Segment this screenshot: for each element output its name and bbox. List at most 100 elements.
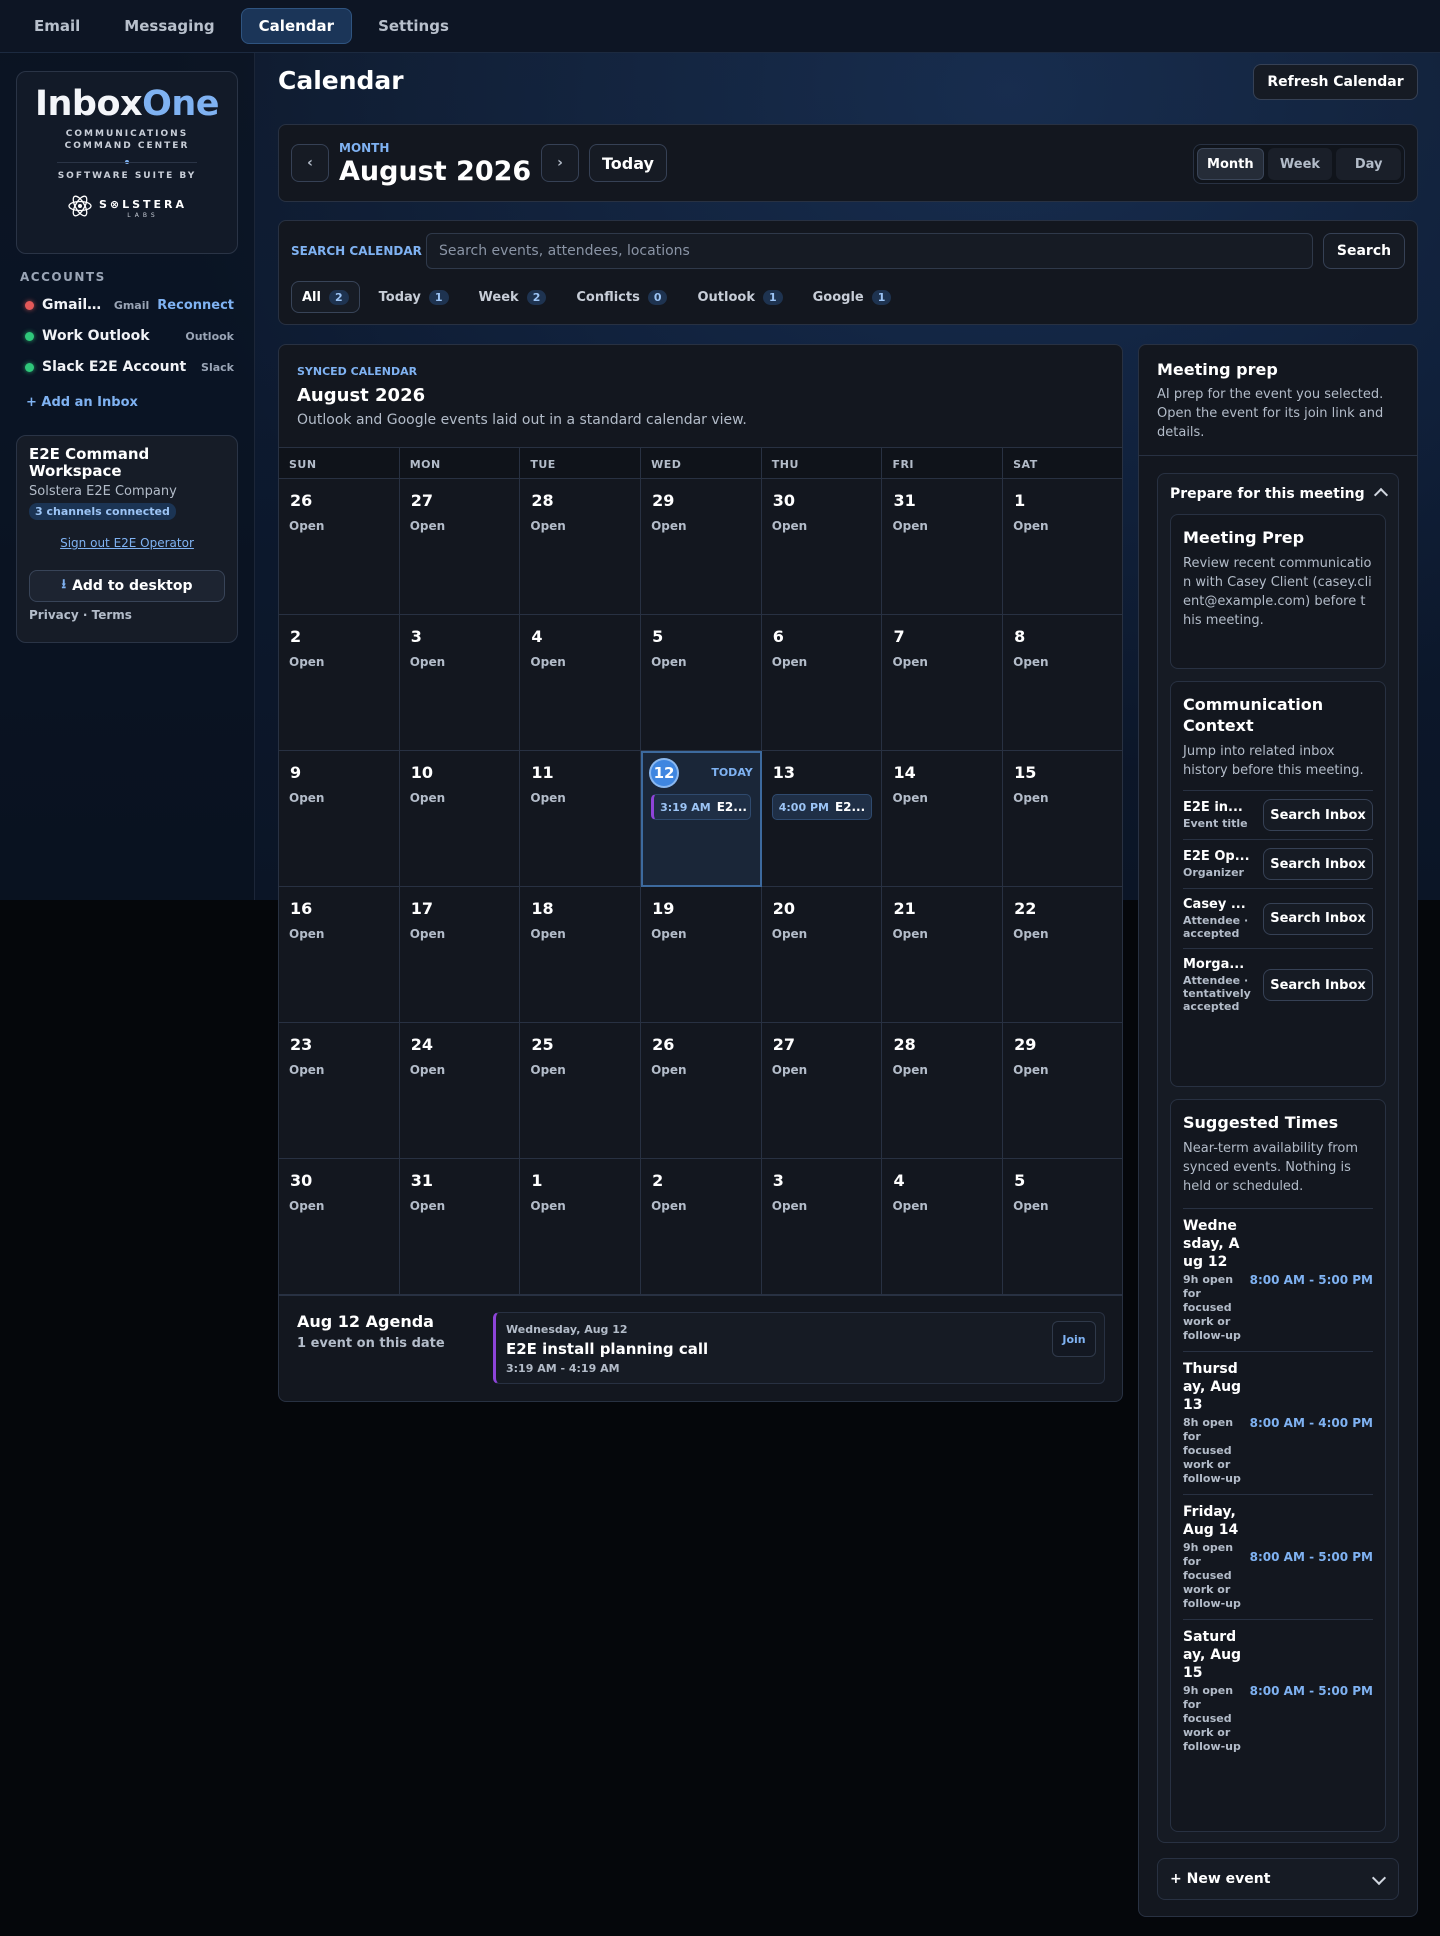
search-inbox-button[interactable]: Search Inbox xyxy=(1263,848,1373,880)
time-slot[interactable]: Thursday, Aug 13 8h open for focused work… xyxy=(1183,1351,1373,1494)
tab-calendar[interactable]: Calendar xyxy=(240,8,353,44)
day-cell[interactable]: 17 Open xyxy=(400,887,521,1023)
day-cell[interactable]: 5 Open xyxy=(641,615,762,751)
download-icon: ⭳ xyxy=(61,577,67,592)
month-navigator: ‹ MONTH August 2026 › Today Month Week D… xyxy=(278,124,1418,202)
day-cell[interactable]: 15 Open xyxy=(1003,751,1122,887)
day-cell[interactable]: 16 Open xyxy=(279,887,400,1023)
privacy-terms-links[interactable]: Privacy · Terms xyxy=(29,608,225,622)
week-row: 2 Open 3 Open 4 Open 5 Open 6 Open 7 Open 8 Open xyxy=(279,615,1122,751)
day-cell[interactable]: 8 Open xyxy=(1003,615,1122,751)
day-cell[interactable]: 31 Open xyxy=(882,479,1004,615)
search-inbox-button[interactable]: Search Inbox xyxy=(1263,799,1373,831)
add-to-desktop-button[interactable]: ⭳ Add to desktop xyxy=(29,570,225,602)
day-cell[interactable]: 14 Open xyxy=(882,751,1004,887)
day-cell[interactable]: 12 TODAY 3:19 AM E2... xyxy=(641,751,762,887)
search-input[interactable] xyxy=(426,233,1313,269)
search-inbox-button[interactable]: Search Inbox xyxy=(1263,969,1373,1001)
chevron-up-icon[interactable] xyxy=(1373,487,1389,503)
day-cell[interactable]: 28 Open xyxy=(882,1023,1004,1159)
refresh-calendar-button[interactable]: Refresh Calendar xyxy=(1253,64,1418,100)
chevron-left-icon: ‹ xyxy=(307,155,313,171)
day-cell[interactable]: 18 Open xyxy=(520,887,642,1023)
day-cell[interactable]: 11 Open xyxy=(520,751,642,887)
filter-conflicts[interactable]: Conflicts 0 xyxy=(565,281,678,313)
time-slot[interactable]: Friday, Aug 14 9h open for focused work o… xyxy=(1183,1494,1373,1619)
divider xyxy=(1139,455,1417,456)
day-cell[interactable]: 26 Open xyxy=(279,479,400,615)
time-slot[interactable]: Saturday, Aug 15 9h open for focused work… xyxy=(1183,1619,1373,1762)
reconnect-link[interactable]: Reconnect xyxy=(157,298,234,313)
day-cell[interactable]: 25 Open xyxy=(520,1023,642,1159)
accordion-title[interactable]: Prepare for this meeting xyxy=(1170,486,1365,502)
account-gmail[interactable]: Gmail... Gmail Reconnect xyxy=(20,294,234,316)
new-event-toggle[interactable]: + New event xyxy=(1157,1858,1399,1900)
event-pill[interactable]: 4:00 PM E2... xyxy=(771,794,872,820)
date-number: 26 xyxy=(652,1035,675,1054)
day-cell[interactable]: 31 Open xyxy=(400,1159,521,1295)
sign-out-link[interactable]: Sign out E2E Operator xyxy=(29,536,225,550)
tab-email[interactable]: Email xyxy=(16,8,98,44)
weekday-label: FRI xyxy=(882,448,1004,478)
day-cell[interactable]: 19 Open xyxy=(641,887,762,1023)
filter-today[interactable]: Today 1 xyxy=(368,281,460,313)
account-name: Work Outlook xyxy=(42,328,150,344)
day-cell[interactable]: 4 Open xyxy=(520,615,642,751)
day-cell[interactable]: 26 Open xyxy=(641,1023,762,1159)
day-cell[interactable]: 29 Open xyxy=(641,479,762,615)
day-cell[interactable]: 29 Open xyxy=(1003,1023,1122,1159)
join-button[interactable]: Join xyxy=(1052,1321,1096,1357)
account-slack[interactable]: Slack E2E Account Slack xyxy=(20,356,234,378)
date-number: 30 xyxy=(290,1171,313,1190)
day-cell[interactable]: 13 4:00 PM E2... xyxy=(762,751,883,887)
day-cell[interactable]: 27 Open xyxy=(762,1023,883,1159)
day-cell[interactable]: 24 Open xyxy=(400,1023,521,1159)
agenda-event[interactable]: Wednesday, Aug 12 E2E install planning c… xyxy=(493,1312,1105,1384)
day-cell[interactable]: 4 Open xyxy=(882,1159,1004,1295)
search-button[interactable]: Search xyxy=(1323,233,1405,269)
slot-time: 8:00 AM - 5:00 PM xyxy=(1249,1550,1373,1564)
new-event-label: + New event xyxy=(1170,1871,1271,1887)
day-cell[interactable]: 2 Open xyxy=(279,615,400,751)
filter-week[interactable]: Week 2 xyxy=(468,281,558,313)
day-cell[interactable]: 7 Open xyxy=(882,615,1004,751)
context-title: Communication Context xyxy=(1183,695,1324,735)
day-cell[interactable]: 2 Open xyxy=(641,1159,762,1295)
day-cell[interactable]: 21 Open xyxy=(882,887,1004,1023)
search-inbox-button[interactable]: Search Inbox xyxy=(1263,902,1373,935)
workspace-company: Solstera E2E Company xyxy=(29,484,177,499)
day-cell[interactable]: 10 Open xyxy=(400,751,521,887)
time-slot[interactable]: Wednesday, Aug 12 9h open for focused wor… xyxy=(1183,1208,1373,1351)
event-pill[interactable]: 3:19 AM E2... xyxy=(651,794,752,820)
add-inbox-link[interactable]: + Add an Inbox xyxy=(26,395,138,410)
day-cell[interactable]: 3 Open xyxy=(762,1159,883,1295)
day-cell[interactable]: 30 Open xyxy=(279,1159,400,1295)
brand-title-one: One xyxy=(142,84,220,124)
agenda-event-time: 3:19 AM - 4:19 AM xyxy=(506,1362,620,1375)
day-cell[interactable]: 23 Open xyxy=(279,1023,400,1159)
day-cell[interactable]: 28 Open xyxy=(520,479,642,615)
filter-outlook[interactable]: Outlook 1 xyxy=(686,281,793,313)
filter-google[interactable]: Google 1 xyxy=(802,281,903,313)
account-outlook[interactable]: Work Outlook Outlook xyxy=(20,325,234,347)
view-month-button[interactable]: Month xyxy=(1197,148,1264,180)
day-cell[interactable]: 6 Open xyxy=(762,615,883,751)
chip-count: 0 xyxy=(647,289,668,305)
day-cell[interactable]: 5 Open xyxy=(1003,1159,1122,1295)
day-cell[interactable]: 1 Open xyxy=(520,1159,642,1295)
view-day-button[interactable]: Day xyxy=(1336,148,1402,180)
day-cell[interactable]: 27 Open xyxy=(400,479,521,615)
day-cell[interactable]: 9 Open xyxy=(279,751,400,887)
filter-all[interactable]: All 2 xyxy=(291,281,360,313)
day-cell[interactable]: 30 Open xyxy=(762,479,883,615)
day-cell[interactable]: 3 Open xyxy=(400,615,521,751)
today-button[interactable]: Today xyxy=(589,144,667,182)
day-cell[interactable]: 1 Open xyxy=(1003,479,1122,615)
day-cell[interactable]: 22 Open xyxy=(1003,887,1122,1023)
next-month-button[interactable]: › xyxy=(541,144,579,182)
view-week-button[interactable]: Week xyxy=(1267,148,1333,180)
tab-messaging[interactable]: Messaging xyxy=(106,8,232,44)
day-cell[interactable]: 20 Open xyxy=(762,887,883,1023)
prev-month-button[interactable]: ‹ xyxy=(291,144,329,182)
tab-settings[interactable]: Settings xyxy=(360,8,467,44)
